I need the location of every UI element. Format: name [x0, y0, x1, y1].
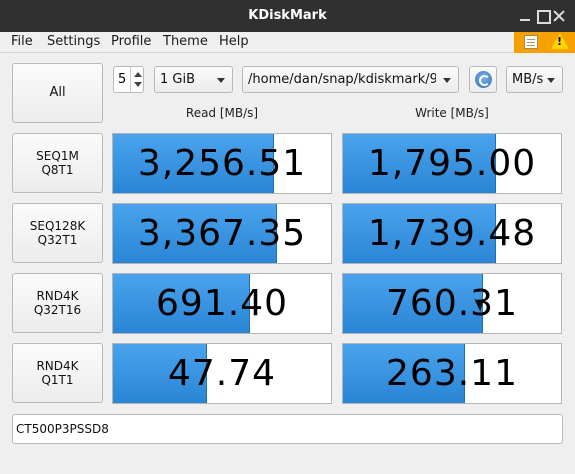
test-button-seq128k[interactable]: SEQ128K Q32T1 — [12, 203, 103, 263]
unit-value: MB/s — [512, 72, 544, 87]
test-name: SEQ1M — [36, 149, 79, 163]
read-result: 47.74 — [112, 343, 332, 404]
target-path-value: /home/dan/snap/kdiskmark/99 3 — [248, 72, 436, 87]
spin-arrows[interactable] — [130, 67, 144, 92]
target-path-select[interactable]: /home/dan/snap/kdiskmark/99 3 — [242, 66, 459, 93]
write-result: 1,795.00 — [342, 133, 562, 194]
write-value: 1,739.48 — [367, 213, 537, 254]
write-result: 1,739.48 — [342, 203, 562, 264]
refresh-button[interactable] — [469, 66, 497, 93]
read-value: 3,367.35 — [137, 213, 307, 254]
all-button[interactable]: All — [12, 63, 103, 123]
maximize-icon[interactable] — [536, 9, 551, 24]
chevron-down-icon[interactable] — [134, 82, 142, 87]
read-header: Read [MB/s] — [185, 106, 259, 120]
notes-icon[interactable] — [524, 35, 538, 49]
test-name: RND4K — [36, 289, 79, 303]
test-params: Q1T1 — [41, 373, 74, 387]
read-value: 691.40 — [156, 283, 288, 324]
menu-profile[interactable]: Profile — [111, 34, 151, 49]
test-params: Q32T1 — [37, 233, 78, 247]
write-value: 1,795.00 — [367, 143, 537, 184]
test-name: SEQ128K — [29, 219, 86, 233]
read-result: 3,256.51 — [112, 133, 332, 194]
menu-help[interactable]: Help — [219, 34, 249, 49]
write-result: 263.11 — [342, 343, 562, 404]
menu-settings[interactable]: Settings — [47, 34, 100, 49]
write-value: 263.11 — [386, 353, 518, 394]
file-size-value: 1 GiB — [160, 72, 196, 87]
test-params: Q8T1 — [41, 163, 74, 177]
window-title: KDiskMark — [248, 8, 327, 23]
chevron-down-icon — [443, 78, 451, 83]
chevron-up-icon[interactable] — [134, 72, 142, 77]
kdiskmark-window: KDiskMark File Settings Profile Theme He… — [0, 0, 575, 474]
chevron-down-icon — [217, 78, 225, 83]
write-header: Write [MB/s] — [415, 106, 489, 120]
test-button-rnd4k-q1t1[interactable]: RND4K Q1T1 — [12, 343, 103, 403]
read-value: 3,256.51 — [137, 143, 307, 184]
menu-bar: File Settings Profile Theme Help — [0, 32, 575, 53]
menu-theme[interactable]: Theme — [163, 34, 208, 49]
file-size-select[interactable]: 1 GiB — [154, 66, 233, 93]
read-value: 47.74 — [167, 353, 277, 394]
runs-value: 5 — [118, 72, 127, 87]
system-tray: ! — [514, 32, 575, 53]
read-result: 3,367.35 — [112, 203, 332, 264]
write-result: 760.31 — [342, 273, 562, 334]
menu-file[interactable]: File — [11, 34, 33, 49]
title-bar[interactable]: KDiskMark — [0, 0, 575, 32]
test-button-seq1m[interactable]: SEQ1M Q8T1 — [12, 133, 103, 193]
refresh-icon — [475, 71, 492, 88]
unit-select[interactable]: MB/s — [506, 66, 563, 93]
minimize-icon[interactable] — [518, 9, 532, 23]
write-value: 760.31 — [386, 283, 518, 324]
chevron-down-icon — [547, 78, 555, 83]
test-button-rnd4k-q32t16[interactable]: RND4K Q32T16 — [12, 273, 103, 333]
device-info-field[interactable]: CT500P3PSSD8 — [12, 414, 563, 444]
warning-icon[interactable]: ! — [551, 33, 569, 49]
runs-spinbox[interactable]: 5 — [113, 66, 144, 93]
test-params: Q32T16 — [33, 303, 82, 317]
read-result: 691.40 — [112, 273, 332, 334]
close-icon[interactable] — [552, 9, 566, 23]
test-name: RND4K — [36, 359, 79, 373]
